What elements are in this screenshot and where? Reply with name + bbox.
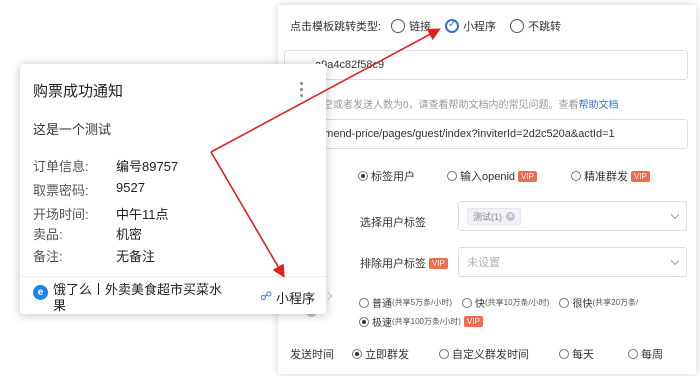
speed-extreme-note: (共享100万条/小时) — [392, 317, 461, 326]
chevron-down-icon — [670, 210, 680, 220]
miniprogram-icon: ☍ — [260, 289, 273, 303]
vip-badge: VIP — [429, 257, 448, 269]
card-field-key: 备注: — [33, 249, 63, 264]
send-now-label[interactable]: 立即群发 — [365, 346, 409, 362]
jump-type-row: 点击模板跳转类型: 链接 小程序 不跳转 — [290, 18, 561, 34]
send-now-radio[interactable] — [352, 349, 362, 359]
speed-veryfast-label[interactable]: 很快 — [572, 295, 592, 310]
send-custom-label[interactable]: 自定义群发时间 — [452, 346, 529, 362]
miniprogram-entry[interactable]: e 饿了么丨外卖美食超市买菜水果 ☍ 小程序 — [20, 276, 333, 314]
send-daily-radio[interactable] — [559, 349, 569, 359]
card-field-key: 卖品: — [33, 227, 63, 242]
more-options-icon[interactable] — [300, 82, 304, 100]
miniprogram-app-logo: e — [33, 285, 48, 300]
send-time-row: 发送时间 立即群发 自定义群发时间 每天 每周 — [290, 346, 663, 362]
appid-input[interactable]: a9a4c82f58c9 — [284, 50, 688, 80]
send-weekly-label[interactable]: 每周 — [641, 346, 663, 362]
card-field-row: 备注: 无备注 — [33, 246, 155, 265]
jump-none-radio[interactable] — [510, 19, 525, 33]
speed-normal-label[interactable]: 普通 — [372, 295, 392, 310]
remove-tag-icon[interactable]: ✕ — [506, 211, 515, 221]
send-custom-radio[interactable] — [439, 349, 449, 359]
template-settings-panel: 点击模板跳转类型: 链接 小程序 不跳转 a9a4c82f58c9 为空或者发送… — [278, 5, 696, 374]
notification-preview-card: 购票成功通知 这是一个测试 订单信息: 编号89757 取票密码: 9527 开… — [20, 64, 333, 314]
card-field-value: 9527 — [116, 180, 145, 195]
select-tag-dropdown[interactable]: 测试(1) ✕ — [458, 201, 687, 231]
page-path-value: mmend-price/pages/guest/index?inviterId=… — [315, 128, 615, 140]
selected-tag-chip: 测试(1) ✕ — [467, 207, 521, 225]
target-precise-radio[interactable] — [570, 171, 581, 181]
vip-badge: VIP — [630, 170, 650, 182]
miniprogram-label: 小程序 — [276, 291, 316, 306]
jump-miniprogram-label[interactable]: 小程序 — [463, 18, 496, 34]
card-field-row: 订单信息: 编号89757 — [33, 156, 178, 175]
speed-fast-note: (共享10万条/小时) — [485, 298, 550, 307]
speed-extreme-label[interactable]: 极速 — [372, 314, 392, 329]
card-field-key: 取票密码: — [33, 183, 89, 198]
card-field-key: 开场时间: — [33, 207, 89, 222]
target-tag-users-label[interactable]: 标签用户 — [371, 168, 415, 184]
help-text: 为空或者发送人数为0，请查看帮助文档内的常见问题。查看帮助文档 — [313, 100, 619, 111]
card-field-value: 编号89757 — [116, 159, 179, 174]
card-field-row: 开场时间: 中午11点 — [33, 204, 169, 223]
jump-type-label: 点击模板跳转类型: — [290, 21, 382, 33]
send-weekly-radio[interactable] — [628, 349, 638, 359]
card-title: 购票成功通知 — [33, 83, 124, 100]
speed-fast-radio[interactable] — [462, 297, 472, 308]
miniprogram-app-name: 饿了么丨外卖美食超市买菜水果 — [53, 282, 223, 313]
send-time-label: 发送时间 — [290, 349, 334, 361]
target-row: 标签用户 输入openid VIP 精准群发 VIP — [358, 168, 650, 184]
target-openid-radio[interactable] — [447, 171, 457, 181]
select-tag-label: 选择用户标签 — [360, 217, 426, 229]
target-precise-label[interactable]: 精准群发 — [584, 168, 628, 184]
speed-row-1: 普通 (共享5万条/小时) 快 (共享10万条/小时) 很快 (共享20万条/ — [359, 295, 638, 310]
card-field-row: 卖品: 机密 — [33, 224, 142, 243]
card-field-value: 中午11点 — [116, 207, 169, 222]
jump-miniprogram-radio[interactable] — [445, 19, 460, 33]
speed-normal-note: (共享5万条/小时) — [392, 298, 452, 307]
exclude-tag-label: 排除用户标签 VIP — [360, 255, 448, 271]
page-path-input[interactable]: mmend-price/pages/guest/index?inviterId=… — [284, 119, 688, 149]
speed-normal-radio[interactable] — [359, 297, 369, 308]
chevron-down-icon — [670, 256, 680, 266]
card-field-row: 取票密码: 9527 — [33, 180, 145, 199]
target-tag-users-radio[interactable] — [358, 171, 368, 181]
speed-veryfast-radio[interactable] — [559, 297, 570, 308]
card-field-value: 机密 — [116, 227, 143, 242]
speed-extreme-radio[interactable] — [359, 316, 369, 327]
vip-badge: VIP — [518, 170, 537, 182]
target-openid-label[interactable]: 输入openid — [460, 168, 515, 184]
card-field-value: 无备注 — [116, 249, 156, 264]
exclude-tag-placeholder: 未设置 — [467, 257, 500, 269]
jump-link-label[interactable]: 链接 — [409, 18, 431, 34]
help-doc-link[interactable]: 帮助文档 — [579, 100, 619, 111]
vip-badge: VIP — [463, 316, 483, 327]
speed-fast-label[interactable]: 快 — [475, 295, 485, 310]
speed-row-2: 极速 (共享100万条/小时) VIP — [359, 314, 483, 329]
jump-none-label[interactable]: 不跳转 — [528, 18, 561, 34]
speed-veryfast-note: (共享20万条/ — [592, 298, 639, 307]
exclude-tag-dropdown[interactable]: 未设置 — [458, 247, 687, 277]
card-field-key: 订单信息: — [33, 159, 89, 174]
send-daily-label[interactable]: 每天 — [572, 346, 594, 362]
card-description: 这是一个测试 — [33, 122, 112, 137]
jump-link-radio[interactable] — [391, 19, 406, 33]
